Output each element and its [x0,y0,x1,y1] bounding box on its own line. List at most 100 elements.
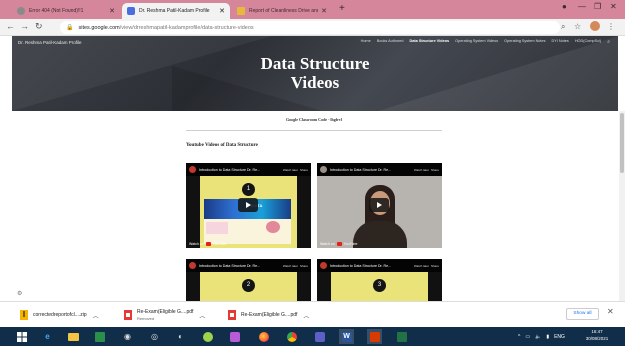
close-tab-icon[interactable]: ✕ [219,7,225,15]
nav-operating-system-notes[interactable]: Operating System Notes [504,39,545,45]
chevron-up-icon[interactable]: ︿ [303,311,309,320]
watch-on-youtube[interactable]: Watch on YouTube [320,242,357,246]
firefox-icon[interactable] [256,329,271,344]
language-indicator[interactable]: ENG [554,334,565,340]
tab-title: Dr. Reshma Patil-Kadam Profile [139,8,210,14]
browser-tab-strip: Error 404 (Not Found)!!1 ✕ Dr. Reshma Pa… [0,0,625,19]
tab-title: Report of Cleanliness Drive and [249,8,319,14]
close-window-icon[interactable]: ✕ [610,2,617,11]
presenter-thumbnail [266,221,280,233]
tab-error-404[interactable]: Error 404 (Not Found)!!1 ✕ [12,3,120,19]
share-button[interactable]: Share [431,264,439,268]
watch-on-label: Watch on [320,242,335,246]
record-icon[interactable]: ● [562,2,567,11]
download-shelf: correctedreportofcl....zip ︿ Re-Exam(Eli… [0,301,625,327]
watch-later-button[interactable]: Watch later [283,264,298,268]
close-tab-icon[interactable]: ✕ [109,7,115,15]
download-item[interactable]: correctedreportofcl....zip ︿ [20,307,99,323]
watch-later-button[interactable]: Watch later [414,168,429,172]
close-tab-icon[interactable]: ✕ [321,7,327,15]
tray-chevron-icon[interactable]: ^ [518,334,520,340]
watch-later-button[interactable]: Watch later [283,168,298,172]
excel-icon[interactable] [394,329,409,344]
word-icon[interactable]: W [339,329,354,344]
close-download-bar-icon[interactable]: ✕ [607,307,614,316]
lock-icon: 🔒 [66,25,74,31]
bookmark-star-icon[interactable]: ☆ [574,22,581,31]
video-embed-4[interactable]: 3 Introduction to Data Structure Dr. Re.… [317,259,442,301]
zoom-search-icon[interactable]: ⌕ [561,22,565,32]
site-name-link[interactable]: Dr. Reshma Patil-Kadam Profile [18,40,82,45]
youtube-logo-icon [205,242,211,246]
pdf-icon [228,310,236,320]
edge-icon[interactable]: e [40,329,55,344]
chevron-up-icon[interactable]: ︿ [199,311,205,320]
share-button[interactable]: Share [431,168,439,172]
nav-dyi-notes[interactable]: DYI Notes [552,39,569,45]
scrollbar-thumb[interactable] [620,113,624,173]
app-icon[interactable]: ◐ [173,329,188,344]
play-button-icon[interactable] [238,198,258,212]
teams-icon[interactable] [312,329,327,344]
network-icon[interactable]: ▭ [525,334,530,340]
watch-later-button[interactable]: Watch later [414,264,429,268]
video-title-bar: Introduction to Data Structure Dr. Re...… [186,259,311,272]
app-icon[interactable]: ◎ [147,329,162,344]
watch-on-label: Watch on [189,242,204,246]
share-button[interactable]: Share [300,264,308,268]
new-tab-button[interactable]: + [339,3,345,14]
download-item[interactable]: Re-Exam(Eligible G....pdf Removed ︿ [124,307,205,323]
app-icon[interactable] [367,329,382,344]
video-embed-2[interactable]: Introduction to Data Structure Dr. Re...… [317,163,442,248]
channel-avatar[interactable] [320,262,327,269]
url-host: sites.google.com [78,24,120,31]
video-title[interactable]: Introduction to Data Structure Dr. Re... [199,168,281,172]
channel-avatar[interactable] [189,166,196,173]
volume-icon[interactable]: 🔈 [535,334,541,340]
video-embed-3[interactable]: 2 Introduction to Data Structure Dr. Re.… [186,259,311,301]
site-search-icon[interactable]: ⌕ [607,39,610,45]
play-button-icon[interactable] [369,198,389,212]
site-settings-icon[interactable]: ⚙ [17,290,22,297]
reload-icon[interactable]: ↻ [35,21,43,32]
chevron-up-icon[interactable]: ︿ [93,311,99,320]
video-title[interactable]: Introduction to Data Structure Dr. Re... [330,168,412,172]
profile-avatar[interactable] [590,21,600,31]
nav-data-structure-videos[interactable]: Data Structure Videos [410,39,450,45]
file-explorer-icon[interactable] [66,329,81,344]
app-icon[interactable] [200,329,215,344]
minimize-icon[interactable]: — [578,2,586,11]
video-title[interactable]: Introduction to Data Structure Dr. Re... [199,264,281,268]
windows-start-icon[interactable] [14,329,29,344]
battery-icon[interactable]: ▮ [546,334,549,340]
share-button[interactable]: Share [300,168,308,172]
tab-report[interactable]: Report of Cleanliness Drive and ✕ [232,3,332,19]
chrome-icon[interactable] [284,329,299,344]
app-icon[interactable] [227,329,242,344]
nav-operating-system-videos[interactable]: Operating System Videos [455,39,498,45]
address-bar[interactable]: 🔒 sites.google.com/view/drreshmapatil-ka… [60,21,560,34]
video-title[interactable]: Introduction to Data Structure Dr. Re... [330,264,412,268]
maximize-icon[interactable]: ❐ [594,2,601,11]
classroom-code-text: Google Classroom Code - lhgfrvl [286,117,342,122]
forward-arrow-icon[interactable]: → [20,21,29,31]
zip-icon [20,310,28,320]
nav-hod[interactable]: HOD(CompSci) [575,39,601,45]
slides-favicon-icon [237,7,245,15]
nav-home[interactable]: Home [361,39,371,45]
menu-dots-icon[interactable]: ⋮ [607,22,615,31]
tab-profile[interactable]: Dr. Reshma Patil-Kadam Profile ✕ [122,3,230,19]
channel-avatar[interactable] [189,262,196,269]
nav-books-authored[interactable]: Books Authored [377,39,404,45]
store-icon[interactable] [92,329,107,344]
show-all-button[interactable]: Show all [566,308,599,320]
youtube-logo-icon [336,242,342,246]
watch-on-youtube[interactable]: Watch on YouTube [189,242,226,246]
channel-avatar[interactable] [320,166,327,173]
back-arrow-icon[interactable]: ← [6,21,15,31]
video-embed-1[interactable]: 1 DATA Introduction to Data Structure Dr… [186,163,311,248]
download-item[interactable]: Re-Exam(Eligible G....pdf ︿ [228,307,309,323]
screen: Error 404 (Not Found)!!1 ✕ Dr. Reshma Pa… [0,0,625,346]
media-icon[interactable]: ◉ [120,329,135,344]
system-clock[interactable]: 16:47 30/08/2021 [582,328,612,342]
